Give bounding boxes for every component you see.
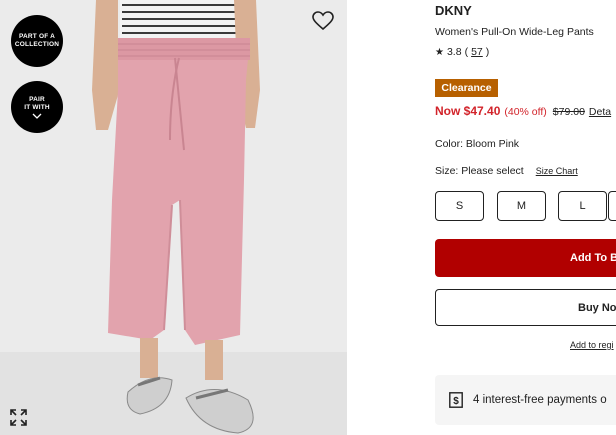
collection-line1: PART OF A [18, 33, 56, 40]
star-icon: ★ [435, 46, 444, 58]
product-photo[interactable] [0, 0, 347, 435]
clearance-badge: Clearance [435, 79, 498, 97]
add-to-registry-link[interactable]: Add to regi [570, 340, 614, 350]
brand-name[interactable]: DKNY [435, 3, 472, 18]
size-option-m[interactable]: M [497, 191, 546, 221]
expand-arrows-icon[interactable] [10, 409, 27, 426]
size-label: Size: Please select [435, 165, 524, 177]
discount-percent: (40% off) [504, 106, 547, 118]
original-price: $79.00 [552, 106, 585, 118]
rating-count-close: ) [485, 46, 490, 58]
rating-count-link[interactable]: 57 [471, 46, 483, 58]
buy-now-button[interactable]: Buy Now [435, 289, 616, 326]
product-info-panel: DKNY Women's Pull-On Wide-Leg Pants ★ 3.… [435, 0, 616, 435]
collection-line2: COLLECTION [14, 41, 60, 48]
size-option-next[interactable] [608, 191, 616, 221]
product-rating: ★ 3.8 (57) [435, 46, 489, 58]
add-to-bag-button[interactable]: Add To B [435, 239, 616, 277]
current-price: Now $47.40 [435, 104, 501, 118]
size-row: Size: Please select Size Chart [435, 165, 578, 177]
price-details-link[interactable]: Deta [589, 106, 611, 118]
rating-value: 3.8 [446, 46, 462, 58]
size-option-l[interactable]: L [558, 191, 607, 221]
size-option-s[interactable]: S [435, 191, 484, 221]
chevron-down-icon [32, 113, 42, 119]
heart-outline-icon[interactable] [312, 11, 334, 31]
price-row: Now $47.40 (40% off) $79.00 Deta [435, 104, 611, 118]
pair-line2: IT WITH [24, 103, 50, 111]
installment-payments-box[interactable]: $ 4 interest-free payments o [435, 375, 616, 425]
selected-color: Color: Bloom Pink [435, 138, 520, 150]
product-image-panel: PART OF A COLLECTION PAIR IT WITH [0, 0, 347, 435]
pair-line1: PAIR [29, 95, 45, 103]
dollar-receipt-icon: $ [449, 392, 463, 408]
size-chart-link[interactable]: Size Chart [536, 166, 578, 176]
svg-text:$: $ [453, 396, 459, 407]
pair-it-with-button[interactable]: PAIR IT WITH [11, 81, 63, 133]
part-of-collection-button[interactable]: PART OF A COLLECTION [11, 15, 63, 67]
installment-text: 4 interest-free payments o [473, 394, 607, 406]
rating-count-open: ( [464, 46, 469, 58]
product-title: Women's Pull-On Wide-Leg Pants [435, 26, 594, 38]
